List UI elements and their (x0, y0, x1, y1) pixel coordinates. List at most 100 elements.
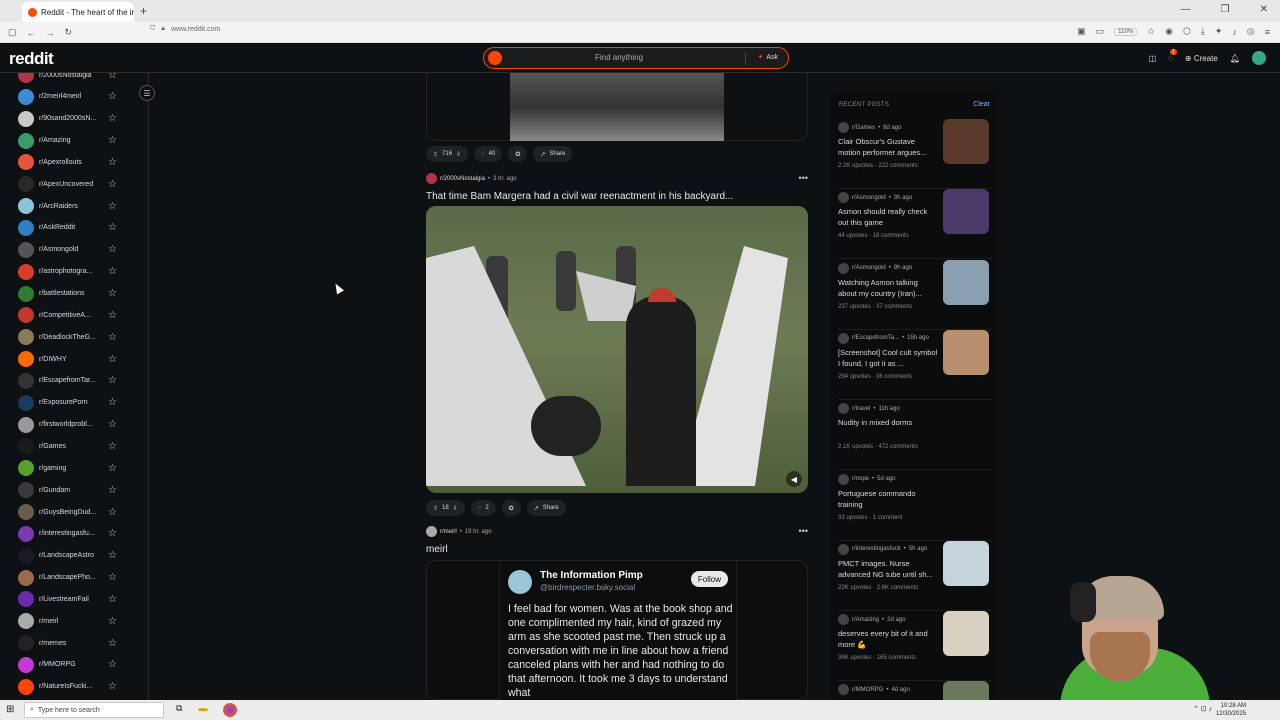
recent-post-subreddit[interactable]: r/Games (852, 125, 875, 131)
sidebar-item[interactable]: r/NatureIsFucki... ☆ (0, 677, 148, 697)
clock[interactable]: 10:28 AM 12/30/2025 (1216, 702, 1246, 718)
recent-post-thumbnail[interactable] (943, 540, 989, 586)
favorite-star-icon[interactable]: ☆ (108, 201, 117, 212)
post1-award-button[interactable]: ✪ (501, 500, 521, 516)
recent-post-item[interactable]: r/MMORPG•4d agoIs there any chance to re… (838, 681, 992, 700)
post2-title[interactable]: meirl (426, 544, 448, 555)
recent-post-item[interactable]: r/Games • 8d ago Clair Obscur's Gustave mot… (838, 119, 992, 189)
post0-award-button[interactable]: ✪ (508, 146, 528, 162)
sidebar-item[interactable]: r/Asmongold ☆ (0, 240, 148, 260)
subreddit-icon[interactable] (426, 173, 437, 184)
post0-image[interactable] (510, 73, 724, 141)
sidebar-item[interactable]: r/Games ☆ (0, 436, 148, 456)
subreddit-icon[interactable] (426, 526, 437, 537)
favorite-star-icon[interactable]: ☆ (108, 288, 117, 299)
sidebar-item[interactable]: r/AskReddit ☆ (0, 218, 148, 238)
bookmark-star-icon[interactable]: ☆ (1147, 26, 1155, 37)
browser-tab[interactable]: Reddit - The heart of the in ✕ (22, 2, 134, 22)
sidebar-item[interactable]: r/ApexUncovered ☆ (0, 174, 148, 194)
zoom-level[interactable]: 110% (1114, 27, 1138, 36)
reload-icon[interactable]: ↻ (65, 27, 73, 38)
post1-subreddit[interactable]: r/2000sNostalgia (440, 176, 485, 182)
taskbar-search-input[interactable]: Type here to search (38, 707, 100, 714)
sidebar-item[interactable]: r/ExposurePorn ☆ (0, 393, 148, 413)
favorite-star-icon[interactable]: ☆ (108, 594, 117, 605)
sidebar-item[interactable]: r/2meirl4meirl ☆ (0, 87, 148, 107)
windows-start-icon[interactable]: ⊞ (6, 704, 14, 715)
search-input[interactable]: Find anything (595, 53, 643, 62)
new-tab-icon[interactable]: + (140, 4, 147, 18)
favorite-star-icon[interactable]: ☆ (108, 463, 117, 474)
sidebar-item[interactable]: r/ArcRaiders ☆ (0, 196, 148, 216)
sidebar-item[interactable]: r/memes ☆ (0, 633, 148, 653)
recent-post-thumbnail[interactable] (943, 259, 989, 305)
shield-ext-icon[interactable]: ⬡ (1183, 26, 1191, 37)
sidebar-item[interactable]: r/interestingasfu... ☆ (0, 524, 148, 544)
post1-video[interactable]: ◀ (426, 206, 808, 493)
recent-post-item[interactable]: r/Asmongold • 3h ago Asmon should really ch… (838, 189, 992, 260)
sidebar-item[interactable]: r/90sand2000sN... ☆ (0, 109, 148, 129)
favorite-star-icon[interactable]: ☆ (108, 659, 117, 670)
favorite-star-icon[interactable]: ☆ (108, 681, 117, 692)
sidebar-item[interactable]: r/EscapefromTar... ☆ (0, 371, 148, 391)
sidebar-item[interactable]: r/DIWHY ☆ (0, 349, 148, 369)
recent-post-title[interactable]: Watching Asmon talking about my country … (838, 277, 938, 299)
recent-post-title[interactable]: Portuguese commando training (838, 488, 938, 510)
post2-subreddit[interactable]: r/meirl (440, 529, 457, 535)
sidebar-item[interactable]: r/DeadlockTheG... ☆ (0, 327, 148, 347)
sidebar-item[interactable]: r/Gundam ☆ (0, 480, 148, 500)
favorite-star-icon[interactable]: ☆ (108, 244, 117, 255)
post2-more-icon[interactable]: ••• (799, 526, 808, 536)
recent-post-subreddit[interactable]: r/MMORPG (852, 687, 883, 693)
sidebar-item[interactable]: r/Apexrollouts ☆ (0, 152, 148, 172)
recent-post-subreddit[interactable]: r/nope (852, 476, 869, 482)
extension-icon[interactable]: ◉ (1165, 26, 1173, 37)
volume-icon[interactable]: ♪ (1232, 27, 1237, 37)
favorite-star-icon[interactable]: ☆ (108, 485, 117, 496)
recent-post-title[interactable]: Nudity in mixed dorms (838, 417, 938, 428)
recent-post-thumbnail[interactable] (943, 329, 989, 375)
post2-media[interactable]: The Information Pimp @birdrespecter.bsky… (426, 560, 808, 701)
reddit-logo[interactable]: reddit (9, 49, 54, 69)
favorite-star-icon[interactable]: ☆ (108, 157, 117, 168)
recent-post-subreddit[interactable]: r/travel (852, 406, 870, 412)
profile-icon[interactable]: ◎ (1247, 26, 1255, 37)
favorite-star-icon[interactable]: ☆ (108, 507, 117, 518)
favorite-star-icon[interactable]: ☆ (108, 266, 117, 277)
recent-post-title[interactable]: [Screenshot] Cool cult symbol I found, I… (838, 347, 938, 369)
sidebar-item[interactable]: r/LandscapeAstro ☆ (0, 546, 148, 566)
post0-comments-button[interactable]: ◌ 40 (474, 146, 503, 162)
sidebar-item[interactable]: r/LivestreamFail ☆ (0, 589, 148, 609)
recent-post-item[interactable]: r/interestingasfuck • 5h ago PMCT images. N… (838, 540, 992, 611)
recent-post-title[interactable]: deserves every bit of it and more 💪 (838, 628, 938, 650)
recent-post-title[interactable]: PMCT images. Nurse advanced NG tube unti… (838, 558, 938, 580)
sidebar-item[interactable]: r/firstworldprobl... ☆ (0, 415, 148, 435)
extensions-icon[interactable]: ✦ (1215, 26, 1223, 37)
recent-post-subreddit[interactable]: r/EscapefromTa... (852, 335, 899, 341)
recent-post-thumbnail[interactable] (943, 681, 989, 700)
favorite-star-icon[interactable]: ☆ (108, 91, 117, 102)
recent-post-subreddit[interactable]: r/Amazing (852, 617, 879, 623)
ads-icon[interactable]: ◫ (1149, 54, 1157, 63)
favorite-star-icon[interactable]: ☆ (108, 375, 117, 386)
post1-share-button[interactable]: ↗ Share (526, 500, 566, 516)
post1-comments-button[interactable]: ◌ 2 (470, 500, 496, 516)
firefox-icon[interactable] (223, 703, 238, 717)
mute-icon[interactable]: ◀ (786, 471, 802, 487)
recent-post-title[interactable]: Asmon should really check out this game (838, 206, 938, 228)
upvote-icon[interactable]: ⇧ (433, 505, 438, 512)
downvote-icon[interactable]: ⇩ (456, 151, 461, 158)
recent-post-subreddit[interactable]: r/Asmongold (852, 195, 886, 201)
favorite-star-icon[interactable]: ☆ (108, 397, 117, 408)
recent-post-item[interactable]: r/EscapefromTa... • 15h ago [Screenshot] Co… (838, 329, 992, 400)
pip-icon[interactable]: ▭ (1096, 26, 1105, 37)
sidebar-toggle-icon[interactable]: ▢ (8, 27, 17, 38)
upvote-icon[interactable]: ⇧ (433, 151, 438, 158)
favorite-star-icon[interactable]: ☆ (108, 572, 117, 583)
back-icon[interactable]: ← (27, 28, 36, 38)
download-icon[interactable]: ⤓ (1201, 26, 1205, 37)
favorite-star-icon[interactable]: ☆ (108, 73, 117, 81)
search-bar[interactable]: Find anything ✦ Ask (483, 47, 789, 69)
reader-icon[interactable]: ▣ (1077, 26, 1086, 37)
recent-post-title[interactable]: Clair Obscur's Gustave motion performer … (838, 136, 938, 158)
